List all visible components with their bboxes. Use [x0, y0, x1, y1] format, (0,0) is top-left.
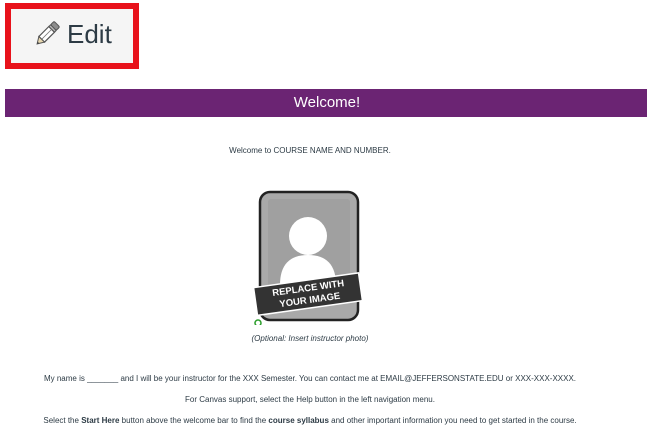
- start-text-part-2: button above the welcome bar to find the: [119, 416, 269, 425]
- start-here-text: Select the Start Here button above the w…: [0, 416, 620, 425]
- start-text-part-3: and other important information you need…: [328, 416, 577, 425]
- course-name-placeholder: COURSE NAME AND NUMBER.: [273, 146, 391, 155]
- welcome-banner: Welcome!: [5, 89, 647, 117]
- canvas-support-text: For Canvas support, select the Help butt…: [185, 395, 435, 404]
- resize-handle-icon: [254, 319, 262, 325]
- pencil-icon: [36, 21, 60, 45]
- instructor-info-text: My name is _______ and I will be your in…: [43, 374, 577, 383]
- welcome-prefix: Welcome to: [229, 146, 274, 155]
- start-text-part-1: Select the: [43, 416, 82, 425]
- welcome-text: Welcome to COURSE NAME AND NUMBER.: [0, 146, 620, 155]
- start-here-emphasis: Start Here: [81, 416, 120, 425]
- instructor-photo-placeholder[interactable]: REPLACE WITH YOUR IMAGE: [251, 189, 367, 325]
- edit-button-label: Edit: [67, 19, 112, 49]
- edit-highlight-box: Edit: [5, 3, 139, 69]
- avatar-head-icon: [289, 217, 327, 255]
- course-syllabus-emphasis: course syllabus: [268, 416, 329, 425]
- banner-title: Welcome!: [293, 94, 361, 111]
- edit-button[interactable]: Edit: [11, 9, 133, 63]
- photo-caption: (Optional: Insert instructor photo): [251, 334, 369, 343]
